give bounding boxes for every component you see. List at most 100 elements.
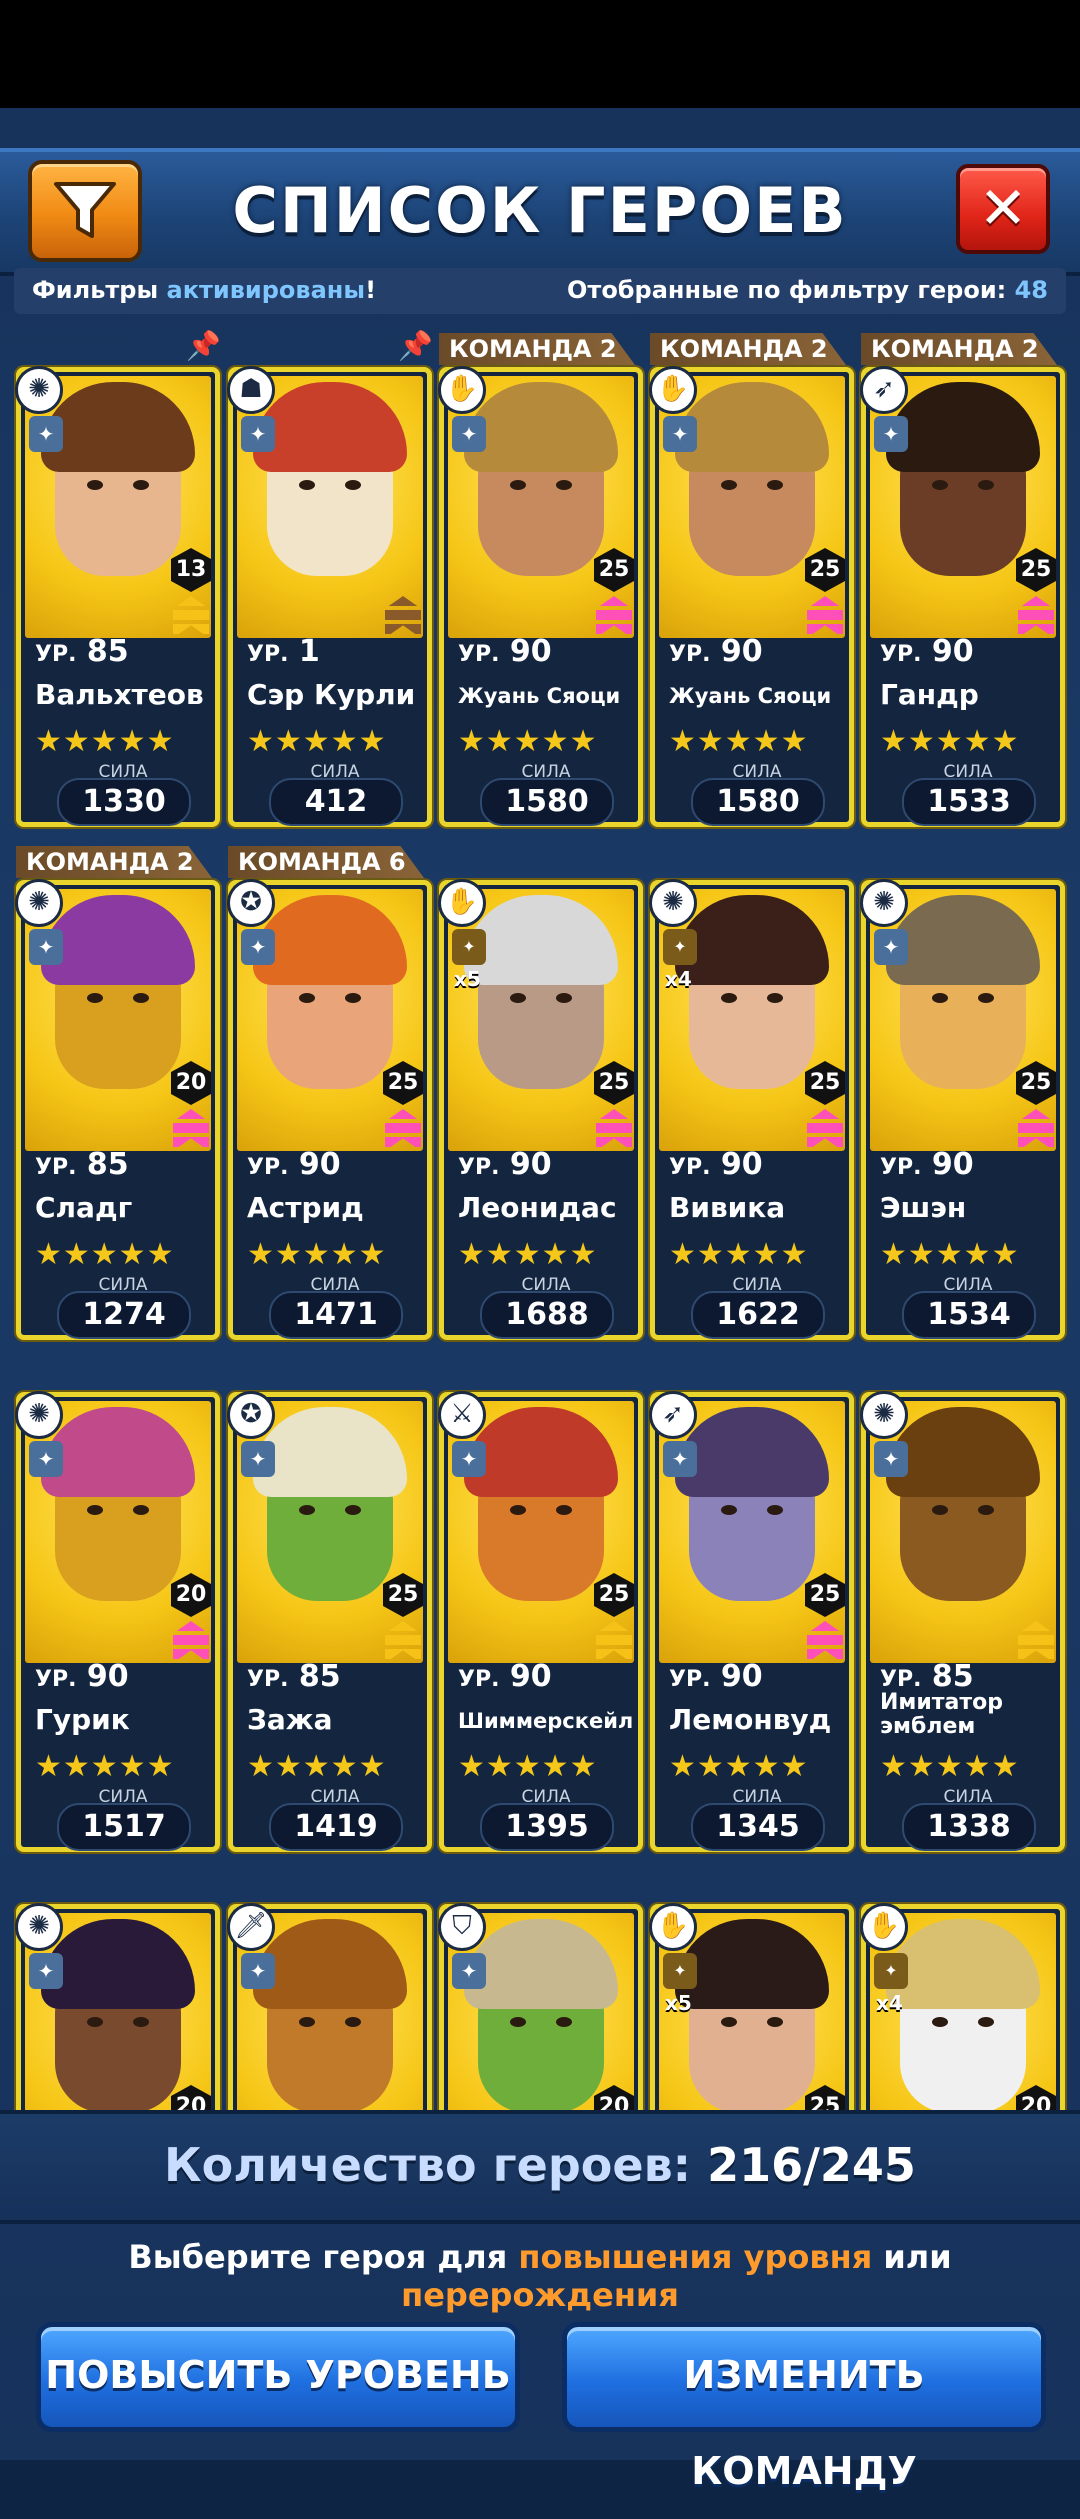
hero-level: УР. 90 [669,1147,763,1182]
hero-card[interactable]: ✺ ✦ 25 УР. 90 Эшэн ★★★★★ СИЛА 1534 [860,879,1065,1340]
pin-icon[interactable]: 📌 [186,329,221,362]
star-rating: ★★★★★ [247,1237,387,1272]
sun-icon: ✺ [860,1391,908,1439]
emblem-icon: ✦ [663,1953,697,1989]
hero-card-frame: ⛉ ✦ 20 [438,1903,643,2110]
hero-card[interactable]: 🗡 ✦ [227,1903,432,2110]
multiplier-badge: x5 [665,1991,692,2015]
hero-card[interactable]: ⚔ ✦ 25 УР. 90 Шиммерскейл ★★★★★ СИЛА 1395 [438,1391,643,1852]
portrait-hair [464,382,618,472]
hero-card[interactable]: ✺ ✦ 13 УР. 85 Вальхтеов ★★★★★ СИЛА 1330 📌 [15,329,221,827]
sun-icon: ✺ [15,879,63,927]
portrait-eye [87,480,103,490]
portrait-hair [675,382,829,472]
portrait-eye [299,480,315,490]
hero-power: 412 [269,778,403,826]
hero-card[interactable]: ✋ ✦ x4 20 [860,1903,1065,2110]
hero-power: 1534 [902,1291,1036,1339]
hero-card[interactable]: КОМАНДА 2 ✋ ✦ 25 УР. 90 Жуань Сяоци ★★★★★ СИЛА 1… [649,333,854,827]
hero-card[interactable]: ✋ ✦ x5 25 УР. 90 Леонидас ★★★★★ СИЛА 1688 [438,879,643,1340]
portrait-eye [721,1505,737,1515]
hero-card-frame: ➶ ✦ 25 УР. 90 Гандр ★★★★★ СИЛА 1533 [860,366,1065,827]
level-up-button[interactable]: ПОВЫСИТЬ УРОВЕНЬ [36,2322,520,2432]
hero-card[interactable]: ☗ ✦ УР. 1 Сэр Курли ★★★★★ СИЛА 412 📌 [227,329,433,827]
emblem-icon: ✦ [241,1953,275,1989]
portrait-hair [675,895,829,985]
multiplier-badge: x5 [454,967,481,991]
team-tag: КОМАНДА 2 [16,846,212,878]
hero-card[interactable]: КОМАНДА 2 ✋ ✦ 25 УР. 90 Жуань Сяоци ★★★★★ СИЛА 1… [438,333,643,827]
hero-power: 1338 [902,1803,1036,1851]
hero-card[interactable]: ➶ ✦ 25 УР. 90 Лемонвуд ★★★★★ СИЛА 1345 [649,1391,854,1852]
portrait-eye [345,2017,361,2027]
portrait-hair [675,1407,829,1497]
emblem-icon: ✦ [663,1441,697,1477]
hand-icon: ✋ [649,366,697,414]
portrait-hair [886,382,1040,472]
star-rating: ★★★★★ [247,724,387,759]
star-rating: ★★★★★ [35,724,175,759]
hero-card-frame: ✺ ✦ УР. 85 Имитатор эмблем ★★★★★ СИЛА 1338 [860,1391,1065,1852]
star-rating: ★★★★★ [880,1749,1020,1784]
portrait-hair [886,1407,1040,1497]
change-team-button[interactable]: ИЗМЕНИТЬ КОМАНДУ [562,2322,1046,2493]
hero-card[interactable]: КОМАНДА 6 ✪ ✦ 25 УР. 90 Астрид ★★★★★ СИЛА 1471 [227,846,432,1340]
hero-power: 1580 [480,778,614,826]
hero-card-frame: ✺ ✦ 20 УР. 90 Гурик ★★★★★ СИЛА 1517 [15,1391,220,1852]
hero-card[interactable]: ✺ ✦ 20 УР. 90 Гурик ★★★★★ СИЛА 1517 [15,1391,220,1852]
filtered-count: Отобранные по фильтру герои: 48 [567,276,1048,304]
sword-icon: 🗡 [227,1903,275,1951]
portrait-eye [932,480,948,490]
hero-card[interactable]: КОМАНДА 2 ➶ ✦ 25 УР. 90 Гандр ★★★★★ СИЛА 1533 [860,333,1065,827]
hero-power: 1580 [691,778,825,826]
hero-card[interactable]: ✺ ✦ x4 25 УР. 90 Вивика ★★★★★ СИЛА 1622 [649,879,854,1340]
hero-card-frame: ✋ ✦ x5 25 [649,1903,854,2110]
portrait-hair [41,1919,195,2009]
hero-card-frame: ✺ ✦ 20 [15,1903,220,2110]
pin-icon[interactable]: 📌 [398,329,433,362]
hero-power: 1688 [480,1291,614,1339]
hero-name: Имитатор эмблем [880,1691,1004,1739]
hero-card[interactable]: ✪ ✦ 25 УР. 85 Зажа ★★★★★ СИЛА 1419 [227,1391,432,1852]
multiplier-badge: x4 [876,1991,903,2015]
hero-level: УР. 90 [247,1147,341,1182]
hero-level: УР. 90 [880,1147,974,1182]
multiplier-badge: x4 [665,967,692,991]
emblem-icon: ✦ [874,929,908,965]
hero-card[interactable]: ✺ ✦ 20 [15,1903,220,2110]
hero-card-frame: ✪ ✦ 25 УР. 85 Зажа ★★★★★ СИЛА 1419 [227,1391,432,1852]
hero-count-value: 216/245 [707,2138,916,2192]
hero-level: УР. 90 [458,1147,552,1182]
hero-grid[interactable]: ✺ ✦ 13 УР. 85 Вальхтеов ★★★★★ СИЛА 1330 📌 ☗ ✦ УР. 1… [0,322,1080,2110]
emblem-icon: ✦ [29,929,63,965]
system-status-bar [0,0,1080,108]
hero-card[interactable]: ✺ ✦ УР. 85 Имитатор эмблем ★★★★★ СИЛА 1338 [860,1391,1065,1852]
hero-card[interactable]: ✋ ✦ x5 25 [649,1903,854,2110]
sun-icon: ✺ [15,1903,63,1951]
hero-card-frame: ✋ ✦ x4 20 [860,1903,1065,2110]
hero-card[interactable]: КОМАНДА 2 ✺ ✦ 20 УР. 85 Сладг ★★★★★ СИЛА 1274 [15,846,220,1340]
sun-icon: ✺ [649,879,697,927]
star-rating: ★★★★★ [669,1237,809,1272]
portrait-hair [41,382,195,472]
emblem-icon: ✦ [452,416,486,452]
emblem-icon: ✦ [29,416,63,452]
portrait-eye [721,2017,737,2027]
close-button[interactable]: ✕ [956,164,1050,254]
hero-card[interactable]: ⛉ ✦ 20 [438,1903,643,2110]
hero-level: УР. 90 [458,634,552,669]
portrait-eye [299,993,315,1003]
portrait-eye [556,1505,572,1515]
hero-name: Астрид [247,1191,364,1224]
team-tag: КОМАНДА 6 [228,846,424,878]
hero-name: Шиммерскейл [458,1709,634,1733]
portrait-eye [133,2017,149,2027]
sun-icon: ✺ [860,879,908,927]
hero-power: 1471 [269,1291,403,1339]
star-rating: ★★★★★ [669,724,809,759]
hand-icon: ✋ [438,879,486,927]
bow-icon: ➶ [860,366,908,414]
team-tag: КОМАНДА 2 [861,333,1057,365]
hero-card-frame: ✪ ✦ 25 УР. 90 Астрид ★★★★★ СИЛА 1471 [227,879,432,1340]
hero-level: УР. 90 [669,1659,763,1694]
